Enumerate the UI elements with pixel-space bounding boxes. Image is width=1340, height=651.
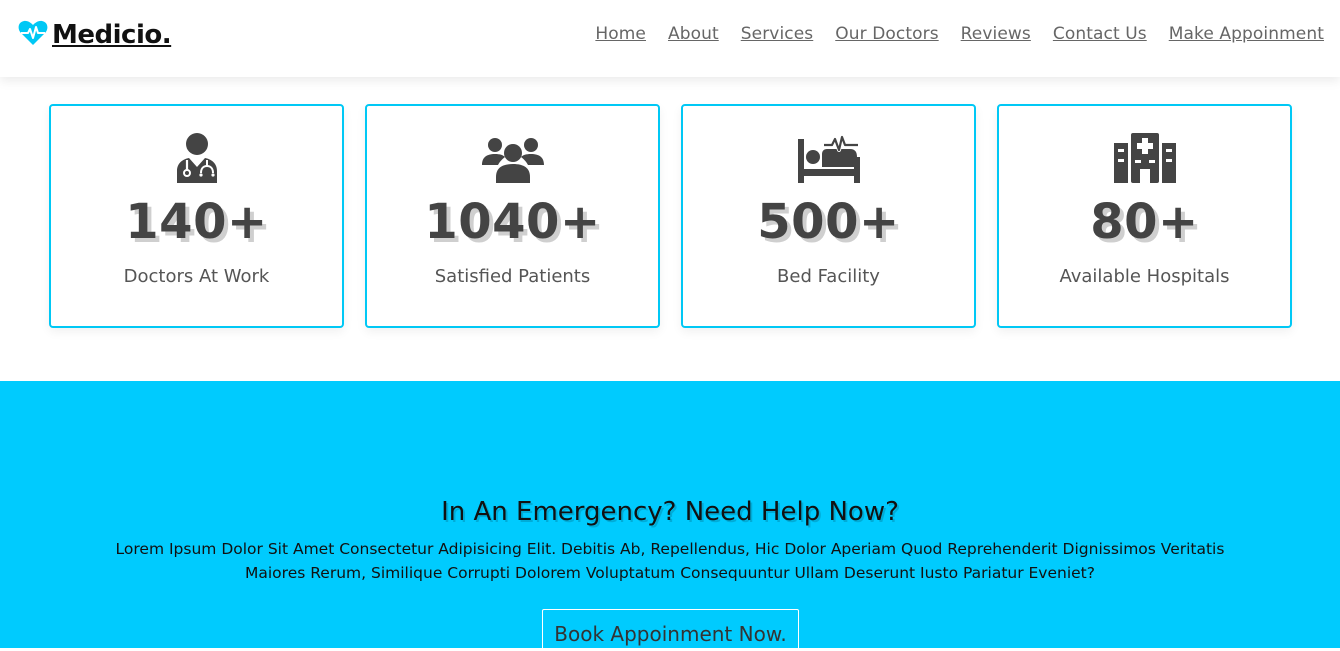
stat-label: Doctors At Work [123,266,270,287]
brand-name: Medicio. [52,20,172,50]
stat-card-hospitals: 80+ Available Hospitals [997,104,1292,328]
emergency-title: In An Emergency? Need Help Now? [441,497,899,527]
stat-value: 80+ [1090,194,1199,250]
site-header: Medicio. Home About Services Our Doctors… [0,0,1340,77]
brand-logo-link[interactable]: Medicio. [18,18,172,52]
hospital-bed-icon [797,131,861,185]
stat-label: Bed Facility [777,266,880,287]
stat-value: 140+ [125,194,268,250]
nav-link-about[interactable]: About [668,24,719,44]
stat-label: Available Hospitals [1059,266,1230,287]
stat-value: 1040+ [424,194,601,250]
book-appointment-button[interactable]: Book Appoinment Now. [542,609,799,651]
emergency-banner: In An Emergency? Need Help Now? Lorem Ip… [0,381,1340,651]
stat-card-doctors: 140+ Doctors At Work [49,104,344,328]
nav-link-make-appointment[interactable]: Make Appoinment [1169,24,1324,44]
patients-group-icon [481,131,545,185]
stat-card-beds: 500+ Bed Facility [681,104,976,328]
heartbeat-icon [18,19,48,51]
hospital-building-icon [1113,131,1177,185]
main-nav: Home About Services Our Doctors Reviews … [595,24,1324,44]
nav-link-contact-us[interactable]: Contact Us [1053,24,1147,44]
nav-link-our-doctors[interactable]: Our Doctors [835,24,938,44]
stat-label: Satisfied Patients [434,266,591,287]
nav-link-reviews[interactable]: Reviews [961,24,1031,44]
emergency-text: Lorem Ipsum Dolor Sit Amet Consectetur A… [115,540,1225,582]
stats-section: 140+ Doctors At Work 1040+ Satisfied Pat… [49,104,1292,328]
nav-link-services[interactable]: Services [741,24,814,44]
stat-card-patients: 1040+ Satisfied Patients [365,104,660,328]
nav-link-home[interactable]: Home [595,24,646,44]
stat-value: 500+ [757,194,900,250]
doctor-icon [165,131,229,185]
